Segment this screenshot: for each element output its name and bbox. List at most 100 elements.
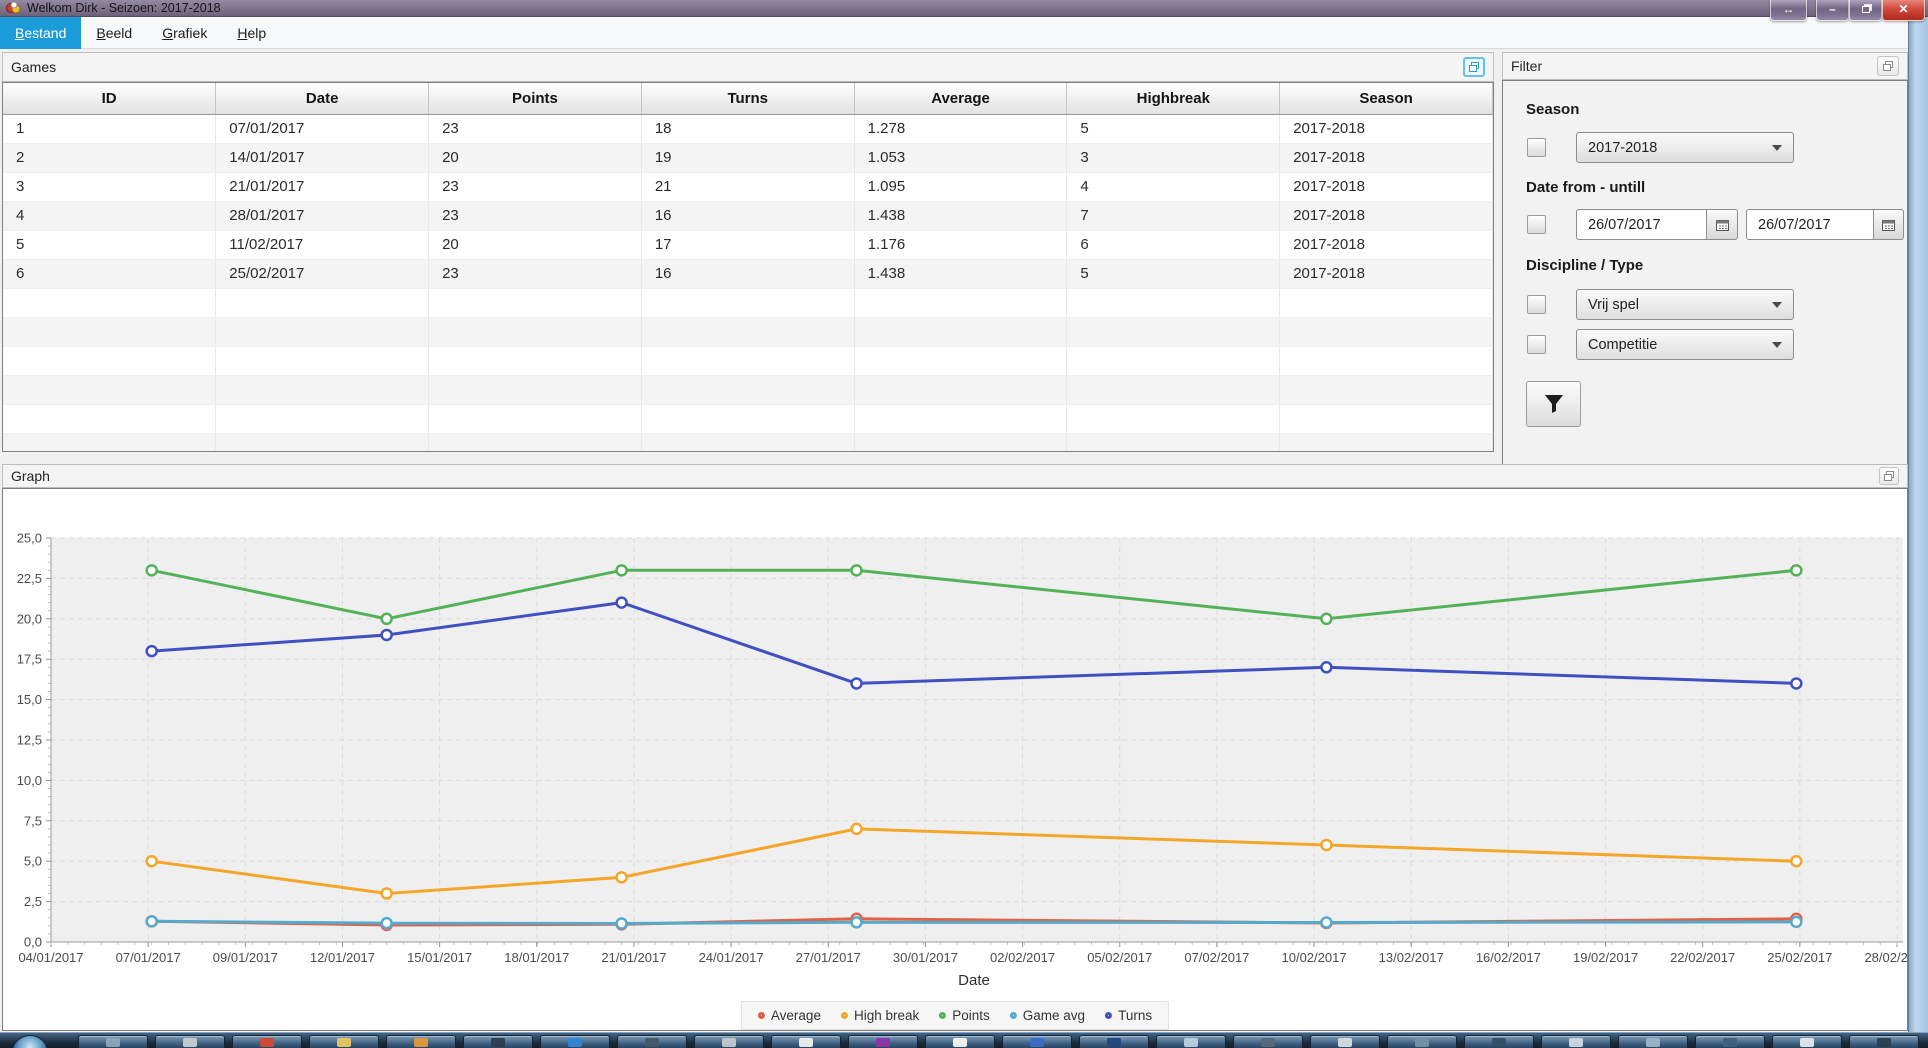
legend-item-turns[interactable]: Turns — [1105, 1008, 1152, 1023]
table-cell — [641, 288, 855, 318]
column-header-id[interactable]: ID — [3, 83, 217, 115]
svg-text:13/02/2017: 13/02/2017 — [1379, 950, 1444, 965]
date-from-calendar-button[interactable] — [1707, 209, 1738, 240]
menu-item-grafiek[interactable]: Grafiek — [147, 17, 222, 49]
table-row[interactable]: 5 11/02/2017 20 17 1.176 6 2017-2018 — [3, 230, 1493, 260]
taskbar-button[interactable] — [1695, 1035, 1765, 1048]
column-header-average[interactable]: Average — [854, 83, 1068, 115]
column-header-season[interactable]: Season — [1279, 83, 1493, 115]
taskbar-button[interactable] — [1079, 1035, 1149, 1048]
taskbar-button[interactable] — [1772, 1035, 1842, 1048]
taskbar-button[interactable] — [694, 1035, 764, 1048]
table-cell: 2017-2018 — [1279, 201, 1493, 231]
taskbar-button[interactable] — [309, 1035, 379, 1048]
column-header-date[interactable]: Date — [215, 83, 430, 115]
table-row-empty — [3, 433, 1493, 451]
table-cell — [1279, 375, 1493, 405]
taskbar-button[interactable] — [771, 1035, 841, 1048]
maximize-button[interactable] — [1849, 0, 1882, 21]
taskbar-button[interactable] — [540, 1035, 610, 1048]
date-from-input[interactable]: 26/07/2017 — [1576, 209, 1707, 240]
discipline-dropdown[interactable]: Vrij spel — [1576, 289, 1794, 320]
column-header-turns[interactable]: Turns — [641, 83, 855, 115]
column-header-highbreak[interactable]: Highbreak — [1066, 83, 1281, 115]
taskbar-button[interactable] — [1849, 1035, 1919, 1048]
menu-item-beeld[interactable]: Beeld — [81, 17, 147, 49]
legend-marker-icon — [1105, 1012, 1113, 1019]
table-cell: 5 — [1066, 114, 1281, 144]
svg-text:04/01/2017: 04/01/2017 — [18, 950, 83, 965]
table-row[interactable]: 3 21/01/2017 23 21 1.095 4 2017-2018 — [3, 172, 1493, 202]
menu-item-bestand[interactable]: Bestand — [0, 17, 82, 49]
taskbar-button[interactable] — [1387, 1035, 1457, 1048]
table-row[interactable]: 6 25/02/2017 23 16 1.438 5 2017-2018 — [3, 259, 1493, 289]
table-row[interactable]: 4 28/01/2017 23 16 1.438 7 2017-2018 — [3, 201, 1493, 231]
table-row[interactable]: 2 14/01/2017 20 19 1.053 3 2017-2018 — [3, 143, 1493, 173]
games-panel-header: Games — [2, 52, 1494, 82]
chart-legend: Average High break Points Game avg Turns — [740, 1001, 1170, 1030]
taskbar-button[interactable] — [78, 1035, 148, 1048]
taskbar-button[interactable] — [386, 1035, 456, 1048]
table-cell: 21/01/2017 — [215, 172, 430, 202]
discipline-dropdown-value: Vrij spel — [1588, 296, 1640, 313]
legend-item-game-avg[interactable]: Game avg — [1009, 1008, 1085, 1023]
table-cell: 4 — [3, 201, 217, 231]
close-button[interactable]: ✕ — [1882, 0, 1925, 21]
taskbar-button[interactable] — [1310, 1035, 1380, 1048]
app-icon — [6, 1, 21, 14]
date-to-calendar-button[interactable] — [1874, 209, 1904, 240]
table-cell — [215, 433, 430, 451]
filter-float-button[interactable] — [1877, 56, 1899, 76]
minimize-button[interactable]: – — [1816, 0, 1849, 21]
games-panel-title: Games — [11, 59, 57, 75]
table-cell — [1066, 288, 1281, 318]
menu-item-help[interactable]: Help — [222, 17, 281, 49]
table-cell — [428, 404, 642, 434]
resize-button[interactable]: ↔ — [1770, 0, 1807, 21]
date-range-checkbox[interactable] — [1527, 215, 1546, 234]
taskbar-app-icon — [1338, 1038, 1352, 1047]
type-checkbox[interactable] — [1527, 335, 1546, 354]
table-cell: 28/01/2017 — [215, 201, 430, 231]
taskbar-app-icon — [876, 1038, 890, 1047]
discipline-label: Discipline / Type — [1526, 257, 1644, 274]
season-checkbox[interactable] — [1527, 138, 1546, 157]
season-dropdown[interactable]: 2017-2018 — [1576, 132, 1794, 163]
games-float-button[interactable] — [1463, 57, 1485, 77]
filter-panel-header: Filter — [1502, 52, 1908, 80]
svg-text:15,0: 15,0 — [17, 692, 42, 707]
column-header-points[interactable]: Points — [428, 83, 642, 115]
taskbar-button[interactable] — [1618, 1035, 1688, 1048]
restore-icon — [1861, 6, 1870, 13]
table-cell: 5 — [3, 230, 217, 260]
legend-item-average[interactable]: Average — [757, 1008, 821, 1023]
type-dropdown[interactable]: Competitie — [1576, 329, 1794, 360]
application-window: Welkom Dirk - Seizoen: 2017-2018 ↔ – ✕ Bes… — [0, 0, 1928, 1048]
taskbar-button[interactable] — [617, 1035, 687, 1048]
apply-filter-button[interactable] — [1526, 381, 1581, 427]
table-cell: 7 — [1066, 201, 1281, 231]
table-cell: 1.095 — [854, 172, 1068, 202]
taskbar-button[interactable] — [1464, 1035, 1534, 1048]
taskbar-button[interactable] — [925, 1035, 995, 1048]
start-button[interactable] — [12, 1035, 48, 1048]
games-table: ID Date Points Turns Average Highbreak Season … — [3, 83, 1493, 451]
taskbar-button[interactable] — [1541, 1035, 1611, 1048]
taskbar-button[interactable] — [463, 1035, 533, 1048]
table-cell: 1.278 — [854, 114, 1068, 144]
taskbar-button[interactable] — [232, 1035, 302, 1048]
graph-float-button[interactable] — [1879, 467, 1899, 485]
taskbar — [0, 1032, 1928, 1048]
taskbar-button[interactable] — [155, 1035, 225, 1048]
table-cell — [3, 317, 217, 347]
taskbar-button[interactable] — [1233, 1035, 1303, 1048]
discipline-checkbox[interactable] — [1527, 295, 1546, 314]
taskbar-button[interactable] — [848, 1035, 918, 1048]
taskbar-button[interactable] — [1156, 1035, 1226, 1048]
taskbar-button[interactable] — [1002, 1035, 1072, 1048]
date-to-input[interactable]: 26/07/2017 — [1746, 209, 1874, 240]
legend-item-points[interactable]: Points — [939, 1008, 990, 1023]
table-cell — [1279, 404, 1493, 434]
table-row[interactable]: 1 07/01/2017 23 18 1.278 5 2017-2018 — [3, 114, 1493, 144]
legend-item-high-break[interactable]: High break — [840, 1008, 919, 1023]
